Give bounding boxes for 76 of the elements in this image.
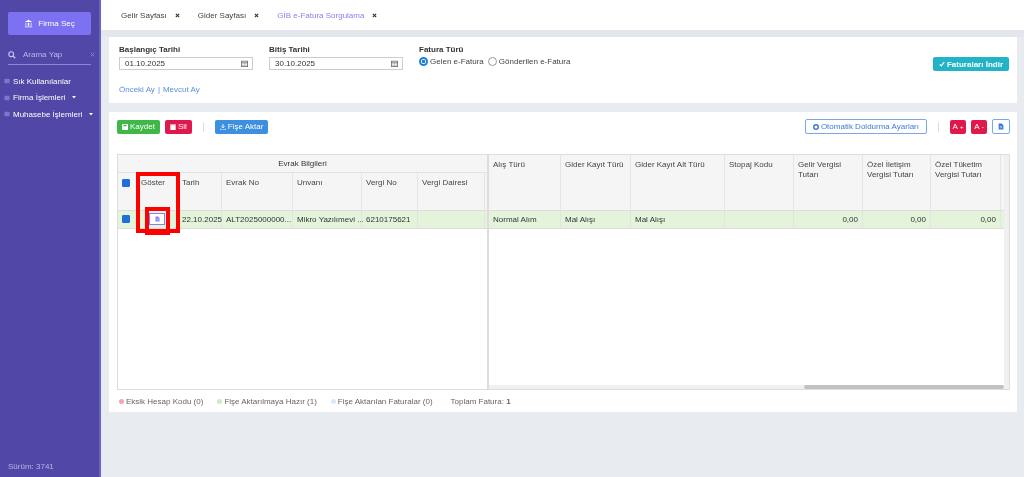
- column-header: Vergi Dairesi: [418, 172, 485, 210]
- version-label: Sürüm: 3741: [8, 462, 55, 471]
- table-cell: 6210175621: [362, 210, 418, 228]
- autofill-settings-button[interactable]: Otomatik Doldurma Ayarları: [804, 119, 927, 135]
- table-cell: Mal Alışı: [561, 210, 631, 228]
- sidebar-item[interactable]: Muhasebe İşlemleri: [4, 106, 94, 123]
- table-cell: 0,00: [794, 210, 863, 228]
- link-separator: |: [157, 85, 160, 94]
- total-count: Toplam Fatura: 1: [450, 396, 511, 406]
- month-link[interactable]: Mevcut Ay: [162, 85, 200, 94]
- caret-icon: [89, 112, 94, 116]
- column-header: Alış Türü: [489, 154, 561, 210]
- table-cell: Normal Alım: [489, 210, 561, 228]
- export-button[interactable]: Fişe Aktar: [214, 119, 269, 134]
- legend-label: Eksik Hesap Kodu (0): [126, 396, 204, 406]
- delete-button[interactable]: Sil: [164, 119, 192, 134]
- legend-label: Fişe Aktarılmaya Hazır (1): [224, 396, 317, 406]
- field-label: Bitiş Tarihi: [269, 45, 311, 54]
- table-cell: Mikro Yazılımevi ...: [293, 210, 362, 228]
- tab[interactable]: Gider Sayfası: [197, 10, 260, 20]
- document-icon: [998, 123, 1004, 131]
- column-header: Gider Kayıt Alt Türü: [631, 154, 725, 210]
- column-header: Gelir Vergisi Tutarı: [794, 154, 863, 210]
- close-icon: [372, 12, 378, 18]
- caret-icon: [72, 96, 77, 100]
- table-cell: 22.10.2025: [178, 210, 222, 228]
- column-header: Özel Tüketim Vergisi Tutarı: [931, 154, 1001, 210]
- check-icon: [939, 61, 945, 67]
- calendar-icon: [391, 60, 398, 67]
- bank-icon: [24, 19, 34, 28]
- calendar-icon: [241, 60, 248, 67]
- column-header: Vergi No: [362, 172, 418, 210]
- legend-label: Fişe Aktarılan Faturalar (0): [337, 396, 433, 406]
- table-cell: Mal Alışı: [631, 210, 725, 228]
- row-checkbox[interactable]: [122, 215, 130, 224]
- sidebar-item[interactable]: Sık Kullanılanlar: [4, 73, 71, 90]
- radio-option[interactable]: Gelen e-Fatura: [419, 57, 484, 66]
- download-button[interactable]: Faturaları İndir: [933, 57, 1009, 71]
- column-header: Unvanı: [293, 172, 362, 210]
- column-header: Gider Kayıt Türü: [561, 154, 631, 210]
- company-select-button[interactable]: Firma Seç: [8, 12, 91, 35]
- document-icon: [154, 216, 160, 223]
- trash-icon: [169, 123, 176, 130]
- table-cell: ALT2025000000...: [222, 210, 293, 228]
- tab[interactable]: Gelir Sayfası: [121, 10, 180, 20]
- column-header: Evrak No: [222, 172, 293, 210]
- table-cell: 0,00: [931, 210, 1001, 228]
- date-field[interactable]: 30.10.2025: [269, 57, 403, 70]
- font-decrease-button[interactable]: A$^{-}$: [971, 119, 987, 134]
- column-header: Stopaj Kodu: [725, 154, 794, 210]
- save-button[interactable]: Kaydet: [117, 119, 160, 134]
- search-icon: [8, 50, 16, 59]
- date-field[interactable]: 01.10.2025: [119, 57, 253, 70]
- scrollbar[interactable]: [1004, 154, 1009, 390]
- field-label: Fatura Türü: [419, 45, 465, 54]
- font-increase-button[interactable]: A$^{+}$: [950, 119, 966, 134]
- gear-icon: [812, 123, 819, 130]
- select-all-checkbox[interactable]: [122, 178, 130, 187]
- column-header: Tarih: [178, 172, 222, 210]
- clear-icon: [90, 52, 95, 57]
- close-icon: [254, 12, 260, 18]
- save-icon: [122, 123, 128, 130]
- column-group-header: Evrak Bilgileri: [118, 154, 487, 173]
- show-document-button[interactable]: [149, 213, 165, 226]
- radio-option[interactable]: Gönderilen e-Fatura: [487, 57, 571, 66]
- field-label: Başlangıç Tarihi: [119, 45, 182, 54]
- document-button[interactable]: [992, 119, 1010, 135]
- tab[interactable]: GİB e-Fatura Sorgulama: [277, 10, 378, 20]
- table-cell: 0,00: [863, 210, 931, 228]
- column-header: Özel İletişim Vergisi Tutarı: [863, 154, 931, 210]
- search-field[interactable]: Arama Yap: [21, 49, 85, 60]
- sidebar-item[interactable]: Firma İşlemleri: [4, 89, 77, 106]
- scrollbar[interactable]: [489, 385, 1004, 390]
- download-icon: [219, 123, 226, 130]
- close-icon: [174, 12, 180, 18]
- month-link[interactable]: Önceki Ay: [119, 85, 155, 94]
